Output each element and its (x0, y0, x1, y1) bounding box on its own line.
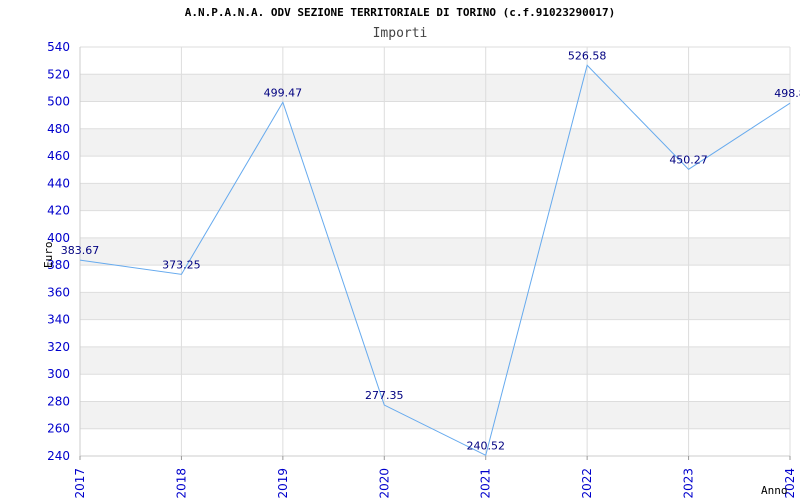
y-tick-label: 420 (47, 204, 70, 218)
y-axis-label: Euro (42, 242, 55, 269)
grid-band (80, 401, 790, 429)
y-tick-label: 260 (47, 422, 70, 436)
grid-band (80, 128, 790, 157)
grid-band (80, 74, 790, 102)
y-tick-label: 340 (47, 313, 70, 327)
data-label: 240.52 (466, 439, 505, 452)
data-label: 277.35 (365, 389, 404, 402)
y-tick-label: 440 (47, 176, 70, 190)
y-tick-label: 240 (47, 449, 70, 463)
data-label: 499.47 (264, 86, 303, 99)
y-tick-label: 480 (47, 122, 70, 136)
y-tick-label: 500 (47, 95, 70, 109)
data-label: 526.58 (568, 49, 607, 62)
x-axis-label: Anno (761, 484, 788, 497)
y-tick-label: 300 (47, 367, 70, 381)
data-label: 450.27 (669, 153, 708, 166)
x-tick-label: 2019 (276, 468, 290, 499)
x-tick-label: 2020 (377, 468, 391, 499)
data-label: 383.67 (61, 244, 100, 257)
y-tick-label: 280 (47, 394, 70, 408)
x-tick-label: 2023 (682, 468, 696, 499)
y-tick-label: 320 (47, 340, 70, 354)
data-label: 373.25 (162, 258, 201, 271)
y-tick-label: 360 (47, 285, 70, 299)
grid-band (80, 183, 790, 211)
x-axis-ticks: 2017 2018 2019 2020 2021 2022 2023 2024 (73, 456, 797, 499)
line-chart: 2402602803003203403603804004204404604805… (42, 40, 800, 499)
y-tick-label: 460 (47, 149, 70, 163)
data-label: 498.8 (774, 87, 800, 100)
x-tick-label: 2017 (73, 468, 87, 499)
background-bands (80, 74, 790, 429)
y-tick-label: 540 (47, 40, 70, 54)
x-tick-label: 2021 (479, 468, 493, 499)
grid-band (80, 292, 790, 320)
y-tick-label: 520 (47, 67, 70, 81)
x-tick-label: 2022 (580, 468, 594, 499)
x-tick-label: 2018 (174, 468, 188, 499)
grid-band (80, 346, 790, 375)
